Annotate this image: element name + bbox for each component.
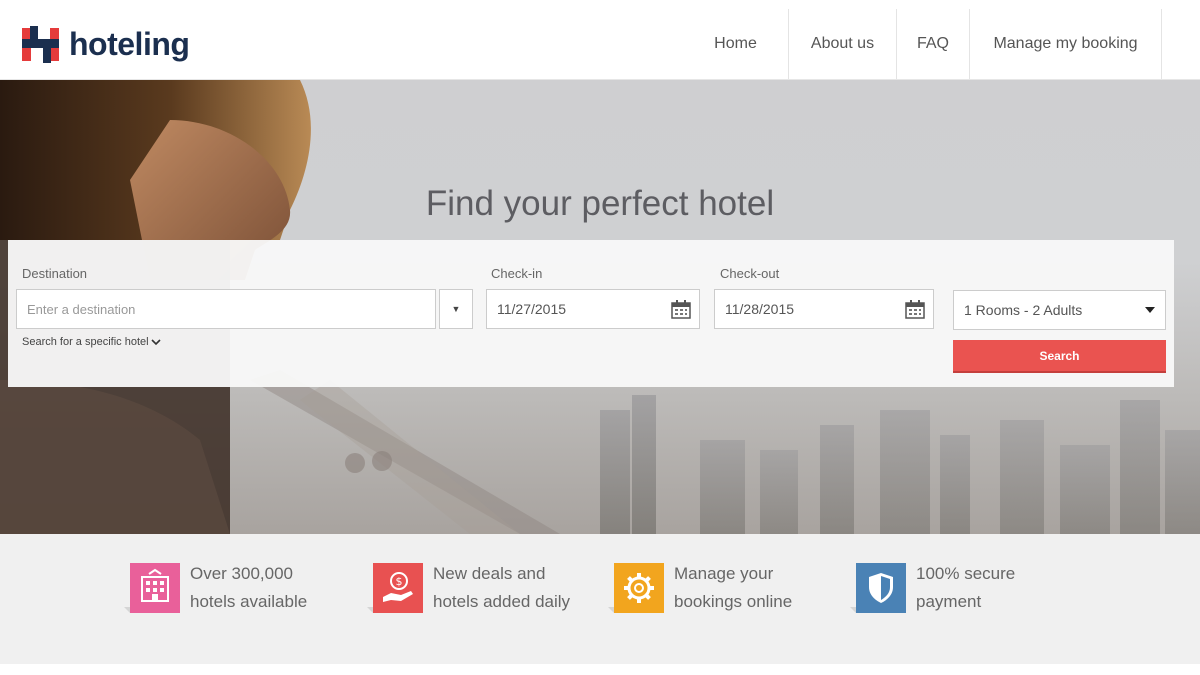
calendar-icon[interactable] xyxy=(671,300,691,319)
hero-title: Find your perfect hotel xyxy=(425,184,775,223)
nav-manage-booking[interactable]: Manage my booking xyxy=(970,9,1162,79)
checkin-value: 11/27/2015 xyxy=(497,301,567,317)
specific-hotel-toggle[interactable]: Search for a specific hotel xyxy=(22,336,161,348)
features-bar: Over 300,000 hotels available $ New deal… xyxy=(0,534,1200,664)
feature-secure-payment: 100% secure payment xyxy=(850,560,1015,616)
calendar-icon[interactable] xyxy=(905,300,925,319)
main-nav: Home About us FAQ Manage my booking xyxy=(677,9,1162,79)
gear-icon xyxy=(608,563,664,613)
site-header: hoteling Home About us FAQ Manage my boo… xyxy=(0,0,1200,80)
feature-line: bookings online xyxy=(674,592,793,611)
search-button[interactable]: Search xyxy=(953,340,1166,371)
feature-new-deals: $ New deals and hotels added daily xyxy=(367,560,570,616)
destination-input[interactable]: Enter a destination xyxy=(16,289,436,329)
logo-text: hoteling xyxy=(69,26,190,62)
chevron-down-icon: ▼ xyxy=(451,304,461,314)
checkin-label: Check-in xyxy=(491,266,543,281)
destination-dropdown-button[interactable]: ▼ xyxy=(439,289,473,329)
feature-line: Over 300,000 xyxy=(190,564,294,583)
feature-line: New deals and xyxy=(433,564,546,583)
chevron-down-icon xyxy=(151,339,161,346)
logo[interactable]: hoteling xyxy=(22,24,190,64)
destination-label: Destination xyxy=(22,266,88,281)
nav-about-us[interactable]: About us xyxy=(789,9,897,79)
feature-text: 100% secure payment xyxy=(916,560,1015,616)
feature-line: Manage your xyxy=(674,564,774,583)
money-hand-icon: $ xyxy=(367,563,423,613)
footer-strip xyxy=(0,664,1200,675)
feature-line: hotels available xyxy=(190,592,308,611)
rooms-guests-value: 1 Rooms - 2 Adults xyxy=(964,302,1083,318)
feature-line: payment xyxy=(916,592,982,611)
svg-text:$: $ xyxy=(396,575,403,588)
caret-down-icon xyxy=(1145,307,1155,313)
search-panel: Destination Enter a destination ▼ Search… xyxy=(8,240,1174,387)
feature-text: Over 300,000 hotels available xyxy=(190,560,307,616)
feature-text: New deals and hotels added daily xyxy=(433,560,570,616)
checkout-label: Check-out xyxy=(720,266,780,281)
nav-home[interactable]: Home xyxy=(677,9,789,79)
nav-faq[interactable]: FAQ xyxy=(897,9,970,79)
feature-line: hotels added daily xyxy=(433,592,571,611)
rooms-guests-select[interactable]: 1 Rooms - 2 Adults xyxy=(953,290,1166,330)
checkout-input[interactable]: 11/28/2015 xyxy=(714,289,934,329)
feature-hotels-available: Over 300,000 hotels available xyxy=(124,560,307,616)
feature-manage-bookings: Manage your bookings online xyxy=(608,560,792,616)
checkout-value: 11/28/2015 xyxy=(725,301,795,317)
hotel-building-icon xyxy=(124,563,180,613)
checkin-input[interactable]: 11/27/2015 xyxy=(486,289,700,329)
feature-text: Manage your bookings online xyxy=(674,560,792,616)
shield-icon xyxy=(850,563,906,613)
logo-h-icon xyxy=(22,25,59,63)
specific-hotel-label: Search for a specific hotel xyxy=(22,336,149,348)
feature-line: 100% secure xyxy=(916,564,1016,583)
